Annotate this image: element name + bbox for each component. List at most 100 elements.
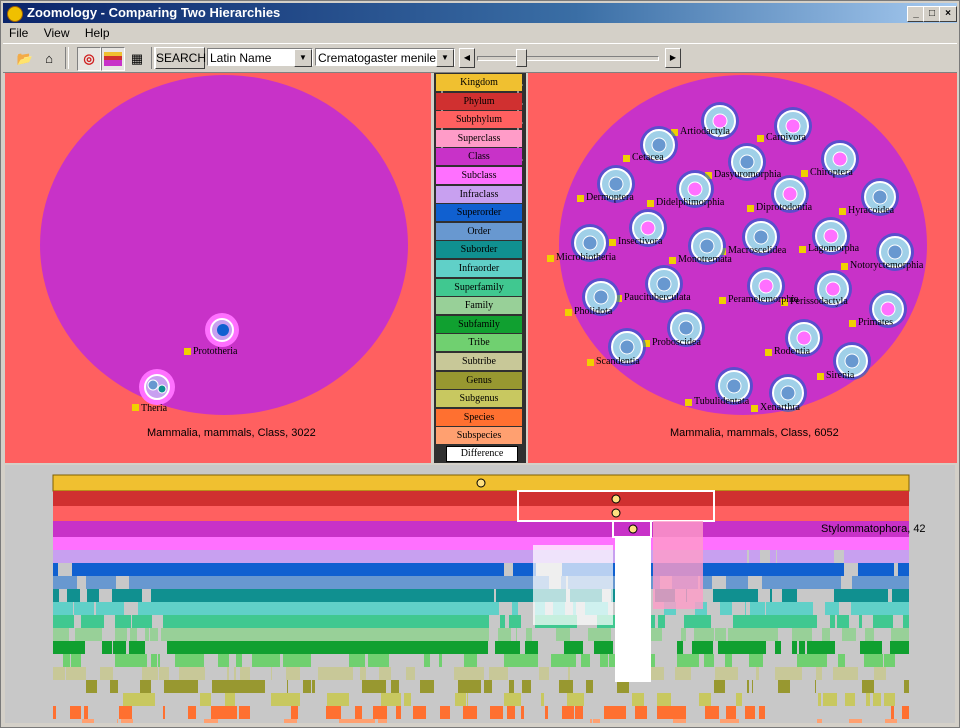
- icicle-cell[interactable]: [325, 550, 334, 563]
- icicle-cell[interactable]: [293, 550, 301, 563]
- icicle-cell[interactable]: [141, 550, 155, 563]
- icicle-cell[interactable]: [66, 641, 78, 654]
- icicle-cell[interactable]: [475, 615, 489, 628]
- icicle-cell[interactable]: [523, 537, 528, 550]
- icicle-cell[interactable]: [125, 589, 128, 602]
- icicle-cell[interactable]: [438, 550, 439, 563]
- icicle-cell[interactable]: [509, 576, 517, 589]
- icicle-cell[interactable]: [138, 537, 152, 550]
- color-bars-icon[interactable]: [101, 47, 125, 71]
- icicle-cell[interactable]: [381, 537, 388, 550]
- icicle-cell[interactable]: [381, 693, 386, 706]
- icicle-cell[interactable]: [87, 628, 89, 641]
- icicle-cell[interactable]: [350, 628, 351, 641]
- icicle-cell[interactable]: [173, 576, 177, 589]
- icicle-cell[interactable]: [314, 537, 327, 550]
- icicle-cell[interactable]: [232, 615, 235, 628]
- icicle-cell[interactable]: [317, 550, 318, 563]
- icicle-cell[interactable]: [405, 693, 408, 706]
- icicle-cell[interactable]: [200, 693, 203, 706]
- icicle-cell[interactable]: [465, 615, 472, 628]
- icicle-cell[interactable]: [600, 641, 610, 654]
- icicle-cell[interactable]: [707, 563, 719, 576]
- icicle-cell[interactable]: [476, 667, 481, 680]
- icicle-cell[interactable]: [296, 576, 298, 589]
- icicle-cell[interactable]: [244, 602, 256, 615]
- icicle-cell[interactable]: [441, 602, 449, 615]
- node-marker-icon[interactable]: [611, 494, 621, 504]
- icicle-cell[interactable]: [315, 589, 325, 602]
- icicle-cell[interactable]: [254, 576, 264, 589]
- icicle-cell[interactable]: [368, 576, 380, 589]
- open-folder-icon[interactable]: 📂: [13, 47, 37, 71]
- icicle-cell[interactable]: [135, 550, 139, 563]
- icicle-cell[interactable]: [289, 602, 294, 615]
- icicle-cell[interactable]: [252, 654, 266, 667]
- icicle-cell[interactable]: [117, 719, 118, 728]
- icicle-cell[interactable]: [863, 550, 877, 563]
- icicle-cell[interactable]: [200, 563, 205, 576]
- icicle-cell[interactable]: [848, 537, 861, 550]
- icicle-cell[interactable]: [519, 615, 521, 628]
- menu-help[interactable]: Help: [79, 24, 116, 42]
- icicle-cell[interactable]: [830, 563, 844, 576]
- icicle-cell[interactable]: [431, 602, 433, 615]
- icicle-cell[interactable]: [63, 615, 74, 628]
- icicle-cell[interactable]: [378, 654, 383, 667]
- icicle-cell[interactable]: [677, 654, 679, 667]
- icicle-cell[interactable]: [163, 615, 165, 628]
- icicle-cell[interactable]: [306, 563, 319, 576]
- icicle-cell[interactable]: [397, 537, 399, 550]
- icicle-cell[interactable]: [313, 628, 315, 641]
- icicle-cell[interactable]: [328, 576, 341, 589]
- icicle-cell[interactable]: [277, 615, 283, 628]
- icicle-cell[interactable]: [883, 602, 885, 615]
- icicle-cell[interactable]: [352, 563, 366, 576]
- legend-item-class[interactable]: Class: [436, 148, 522, 166]
- icicle-cell[interactable]: [84, 537, 94, 550]
- icicle-cell[interactable]: [545, 706, 548, 719]
- icicle-cell[interactable]: [282, 641, 285, 654]
- icicle-cell[interactable]: [91, 576, 98, 589]
- icicle-cell[interactable]: [454, 589, 459, 602]
- icicle-cell[interactable]: [72, 563, 77, 576]
- icicle-cell[interactable]: [265, 563, 269, 576]
- icicle-cell[interactable]: [301, 550, 310, 563]
- icicle-cell[interactable]: [508, 641, 520, 654]
- icicle-cell[interactable]: [484, 680, 488, 693]
- icicle-cell[interactable]: [496, 563, 498, 576]
- icicle-cell[interactable]: [58, 628, 69, 641]
- icicle-cell[interactable]: [412, 537, 413, 550]
- icicle-cell[interactable]: [53, 628, 58, 641]
- icicle-cell[interactable]: [749, 628, 762, 641]
- icicle-cell[interactable]: [247, 537, 261, 550]
- icicle-cell[interactable]: [719, 563, 731, 576]
- icicle-cell[interactable]: [312, 680, 315, 693]
- icicle-cell[interactable]: [349, 654, 362, 667]
- legend-item-subgenus[interactable]: Subgenus: [436, 390, 522, 408]
- icicle-cell[interactable]: [818, 693, 821, 706]
- icicle-cell[interactable]: [379, 667, 391, 680]
- icicle-cell[interactable]: [420, 563, 427, 576]
- icicle-cell[interactable]: [474, 576, 484, 589]
- icicle-cell[interactable]: [447, 576, 450, 589]
- icicle-cell[interactable]: [268, 537, 275, 550]
- icicle-cell[interactable]: [573, 641, 579, 654]
- icicle-cell[interactable]: [65, 602, 71, 615]
- legend-item-superorder[interactable]: Superorder: [436, 204, 522, 222]
- icicle-cell[interactable]: [263, 589, 265, 602]
- icicle-cell[interactable]: [694, 628, 708, 641]
- icicle-cell[interactable]: [281, 628, 288, 641]
- icicle-cell[interactable]: [234, 667, 236, 680]
- icicle-cell[interactable]: [289, 576, 296, 589]
- icicle-cell[interactable]: [62, 537, 69, 550]
- icicle-cell[interactable]: [408, 693, 411, 706]
- icicle-cell[interactable]: [903, 550, 909, 563]
- icicle-cell[interactable]: [338, 537, 346, 550]
- icicle-cell[interactable]: [136, 537, 138, 550]
- icicle-cell[interactable]: [113, 563, 121, 576]
- icicle-cell[interactable]: [715, 628, 726, 641]
- icicle-cell[interactable]: [787, 667, 792, 680]
- icicle-cell[interactable]: [229, 706, 237, 719]
- icicle-cell[interactable]: [295, 615, 308, 628]
